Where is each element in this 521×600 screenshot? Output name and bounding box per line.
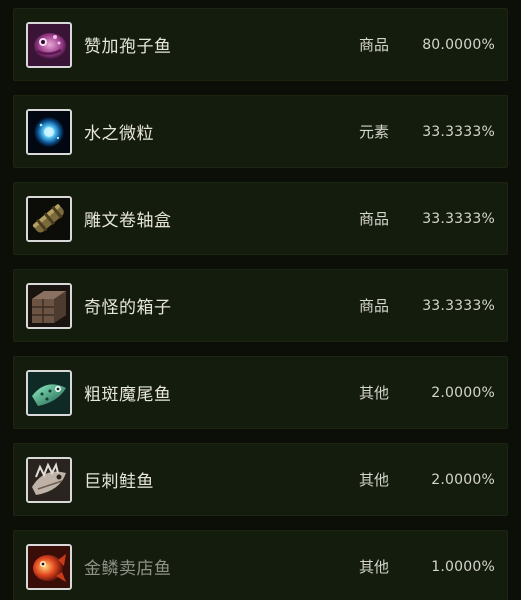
list-item[interactable]: 巨刺鲑鱼 其他 2.0000% bbox=[13, 443, 508, 516]
loot-table: 赞加孢子鱼 商品 80.0000% 水之微粒 元素 33.3333% 雕文卷轴盒… bbox=[0, 0, 521, 600]
item-name: 巨刺鲑鱼 bbox=[84, 472, 154, 492]
list-item[interactable]: 赞加孢子鱼 商品 80.0000% bbox=[13, 8, 508, 81]
list-item[interactable]: 雕文卷轴盒 商品 33.3333% bbox=[13, 182, 508, 255]
drop-chance: 33.3333% bbox=[422, 210, 495, 227]
drop-chance: 33.3333% bbox=[422, 297, 495, 314]
item-type: 商品 bbox=[359, 36, 390, 54]
list-item[interactable]: 粗斑魔尾鱼 其他 2.0000% bbox=[13, 356, 508, 429]
golden-fish-icon bbox=[26, 543, 72, 590]
list-item[interactable]: 奇怪的箱子 商品 33.3333% bbox=[13, 269, 508, 342]
item-name: 金鳞卖店鱼 bbox=[84, 559, 172, 579]
drop-chance: 1.0000% bbox=[431, 558, 495, 575]
wooden-crate-icon bbox=[26, 282, 72, 329]
item-type: 其他 bbox=[359, 558, 390, 576]
spore-fish-icon bbox=[26, 21, 72, 68]
drop-chance: 2.0000% bbox=[431, 471, 495, 488]
list-item[interactable]: 水之微粒 元素 33.3333% bbox=[13, 95, 508, 168]
list-item[interactable]: 金鳞卖店鱼 其他 1.0000% bbox=[13, 530, 508, 600]
item-type: 元素 bbox=[359, 123, 390, 141]
item-name: 水之微粒 bbox=[84, 124, 154, 144]
item-type: 商品 bbox=[359, 210, 390, 228]
item-name: 雕文卷轴盒 bbox=[84, 211, 172, 231]
water-mote-icon bbox=[26, 108, 72, 155]
item-type: 其他 bbox=[359, 471, 390, 489]
spotted-fish-icon bbox=[26, 369, 72, 416]
item-name: 粗斑魔尾鱼 bbox=[84, 385, 172, 405]
item-name: 奇怪的箱子 bbox=[84, 298, 172, 318]
drop-chance: 33.3333% bbox=[422, 123, 495, 140]
drop-chance: 2.0000% bbox=[431, 384, 495, 401]
item-name: 赞加孢子鱼 bbox=[84, 37, 172, 57]
item-type: 商品 bbox=[359, 297, 390, 315]
item-type: 其他 bbox=[359, 384, 390, 402]
scroll-case-icon bbox=[26, 195, 72, 242]
drop-chance: 80.0000% bbox=[422, 36, 495, 53]
spiny-salmon-icon bbox=[26, 456, 72, 503]
